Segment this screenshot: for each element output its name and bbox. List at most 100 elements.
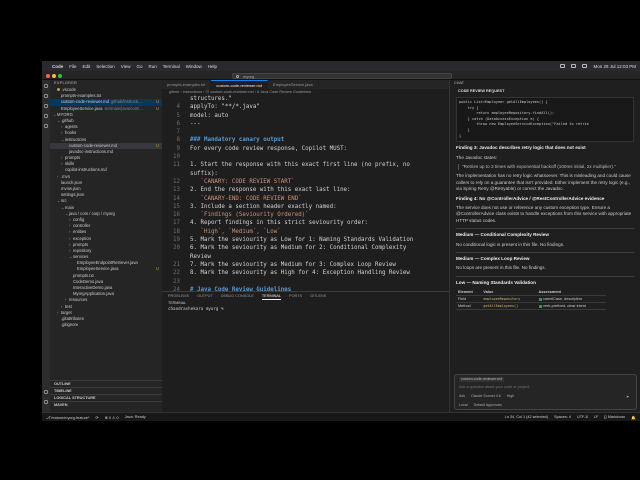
line-text: structures." — [190, 96, 232, 102]
gear-icon[interactable] — [44, 400, 48, 404]
explorer-icon[interactable] — [44, 84, 48, 88]
code-editor[interactable]: structures." 4 applyTo: "**/*.java" 5 model:… — [162, 95, 449, 291]
table-cell: employeeRepository — [481, 295, 537, 304]
maven-section[interactable]: MAVEN — [50, 401, 162, 408]
code-line[interactable]: suffix): — [162, 170, 449, 178]
code-line[interactable]: 22 8. Mark the seviourity as High for 4: … — [162, 269, 449, 277]
tab-terminal[interactable]: TERMINAL — [261, 292, 282, 300]
wifi-icon[interactable] — [560, 64, 566, 68]
code-line[interactable]: 11 1. Start the response with this exact … — [162, 161, 449, 169]
account-icon[interactable] — [44, 390, 48, 394]
model-picker-dropdown[interactable]: Claude Sonnet 4.6 — [471, 394, 501, 398]
code-line[interactable]: 19 5. Mark the seviourity as Low for 1: N… — [162, 236, 449, 244]
menu-run[interactable]: Run — [149, 64, 157, 69]
java-status[interactable]: Java: Ready — [125, 415, 146, 419]
tab-output[interactable]: OUTPUT — [197, 292, 213, 300]
code-line[interactable]: 21 7. Mark the seviourity as Medium for 3… — [162, 261, 449, 269]
logical-structure-section[interactable]: LOGICAL STRUCTURE — [50, 394, 162, 401]
close-window-button[interactable] — [46, 74, 50, 78]
code-line[interactable]: Review — [162, 253, 449, 261]
encoding[interactable]: UTF-8 — [577, 415, 588, 419]
minimize-window-button[interactable] — [52, 74, 56, 78]
line-number: 21 — [173, 261, 180, 268]
menu-edit[interactable]: Edit — [83, 64, 91, 69]
macos-menu-bar: Code File Edit Selection View Go Run Ter… — [42, 61, 640, 71]
menu-selection[interactable]: Selection — [96, 64, 115, 69]
search-icon[interactable] — [582, 64, 588, 68]
problems-count[interactable]: ⊗ 0 ⚠ 0 — [105, 415, 119, 420]
menu-window[interactable]: Window — [186, 64, 202, 69]
tree-item-label: EmployeeService.java — [77, 266, 119, 272]
code-line[interactable]: 10 — [162, 153, 449, 161]
menu-file[interactable]: File — [69, 64, 76, 69]
indentation[interactable]: Spaces: 4 — [554, 415, 571, 419]
line-number: 4 — [176, 104, 181, 111]
clock[interactable]: Mon 28 Jul 12:03 PM — [593, 64, 636, 69]
code-line[interactable]: 4 applyTo: "**/*.java" — [162, 103, 449, 111]
menu-terminal[interactable]: Terminal — [163, 64, 180, 69]
table-row: Field employeeRepository camelCase, desc… — [456, 295, 606, 304]
local-dropdown[interactable]: Local — [459, 403, 468, 407]
code-line[interactable]: structures." — [162, 95, 449, 103]
line-ending[interactable]: LF — [594, 415, 598, 419]
terminal-prompt[interactable]: chandrashekara myorg % — [162, 306, 449, 312]
approvals-dropdown[interactable]: Default Approvals — [474, 403, 502, 407]
tree-item[interactable]: .gitignore — [50, 322, 162, 328]
table-row: Method getAllEmployees() verb-prefixed, … — [456, 302, 606, 311]
code-line[interactable]: 15 3. Include a section header exactly na… — [162, 203, 449, 211]
code-line[interactable]: 14 `CANARY-END: CODE REVIEW END` — [162, 195, 449, 203]
command-center-search[interactable]: myorg — [232, 72, 452, 79]
agent-mode-dropdown[interactable]: Ask — [459, 394, 465, 398]
chat-session-title[interactable]: CODE REVIEW REQUEST — [450, 87, 640, 95]
send-icon[interactable]: ➤ — [626, 394, 632, 399]
chat-input[interactable] — [459, 384, 629, 390]
tree-item-label: services — [73, 254, 89, 260]
timeline-section[interactable]: TIMELINE — [50, 387, 162, 394]
chat-header: CHAT — [454, 81, 465, 85]
code-line[interactable]: 23 — [162, 278, 449, 286]
code-line[interactable]: 6 --- — [162, 120, 449, 128]
code-line[interactable]: 17 4. Report findings in this strict sevi… — [162, 219, 449, 227]
tree-item-label: prompts — [65, 155, 81, 161]
line-text: ### Mandatory canary output — [190, 137, 285, 144]
bell-icon[interactable]: 🔔 — [631, 415, 636, 420]
menu-go[interactable]: Go — [136, 64, 142, 69]
run-debug-icon[interactable] — [44, 114, 48, 118]
tab-debug-console[interactable]: DEBUG CONSOLE — [221, 292, 254, 300]
line-text: 1. Start the response with this exact fi… — [190, 162, 410, 169]
reasoning-level-dropdown[interactable]: High — [507, 394, 514, 398]
context-attachment-chip[interactable]: custom-code-reviewer.md — [459, 377, 505, 382]
code-line[interactable]: 5 model: auto — [162, 112, 449, 120]
git-branch[interactable]: ⎇ feature/myorg-feature* — [46, 415, 89, 420]
code-line[interactable]: 16 `Findings (Seviourity Ordered)` — [162, 211, 449, 219]
code-line[interactable]: 8 ### Mandatory canary output — [162, 136, 449, 144]
tab-gitlens[interactable]: GITLENS — [310, 292, 326, 300]
code-line[interactable]: 7 — [162, 128, 449, 136]
menu-help[interactable]: Help — [208, 64, 217, 69]
battery-icon[interactable] — [571, 64, 577, 68]
outline-section[interactable]: OUTLINE — [50, 380, 162, 387]
tab-problems[interactable]: PROBLEMS — [168, 292, 189, 300]
line-text: applyTo: "**/*.java" — [190, 104, 260, 111]
maximize-window-button[interactable] — [58, 74, 62, 78]
code-line[interactable]: 18 `High`, `Medium`, `Low` — [162, 228, 449, 236]
tree-item-label: config — [73, 216, 85, 222]
source-control-icon[interactable] — [44, 104, 48, 108]
language-mode[interactable]: {} Markdown — [604, 415, 625, 419]
app-menu[interactable]: Code — [52, 64, 63, 69]
tree-item-label: prompts — [73, 241, 89, 247]
tab-ports[interactable]: PORTS — [289, 292, 302, 300]
code-line[interactable]: 9 For every code review response, Copilot… — [162, 145, 449, 153]
menu-view[interactable]: View — [121, 64, 131, 69]
code-line[interactable]: 20 6. Mark the seviourity as Medium for 2… — [162, 244, 449, 252]
extensions-icon[interactable] — [44, 124, 48, 128]
tab-custom-code-reviewer[interactable]: custom-code-reviewer.md — [211, 80, 269, 89]
tab-employee-service[interactable]: EmployeeService.java — [268, 80, 319, 89]
search-icon[interactable] — [44, 94, 48, 98]
code-line[interactable]: 13 2. End the response with this exact la… — [162, 186, 449, 194]
tree-item-label: java / com / corp / myorg — [69, 210, 115, 216]
sync-icon[interactable]: ⟳ — [95, 415, 98, 420]
code-line[interactable]: 12 `CANARY: CODE REVIEW START` — [162, 178, 449, 186]
cursor-position[interactable]: Ln 34, Col 1 (42 selected) — [505, 415, 548, 419]
tab-prompts-examples[interactable]: prompts-examples.txt — [162, 80, 212, 89]
